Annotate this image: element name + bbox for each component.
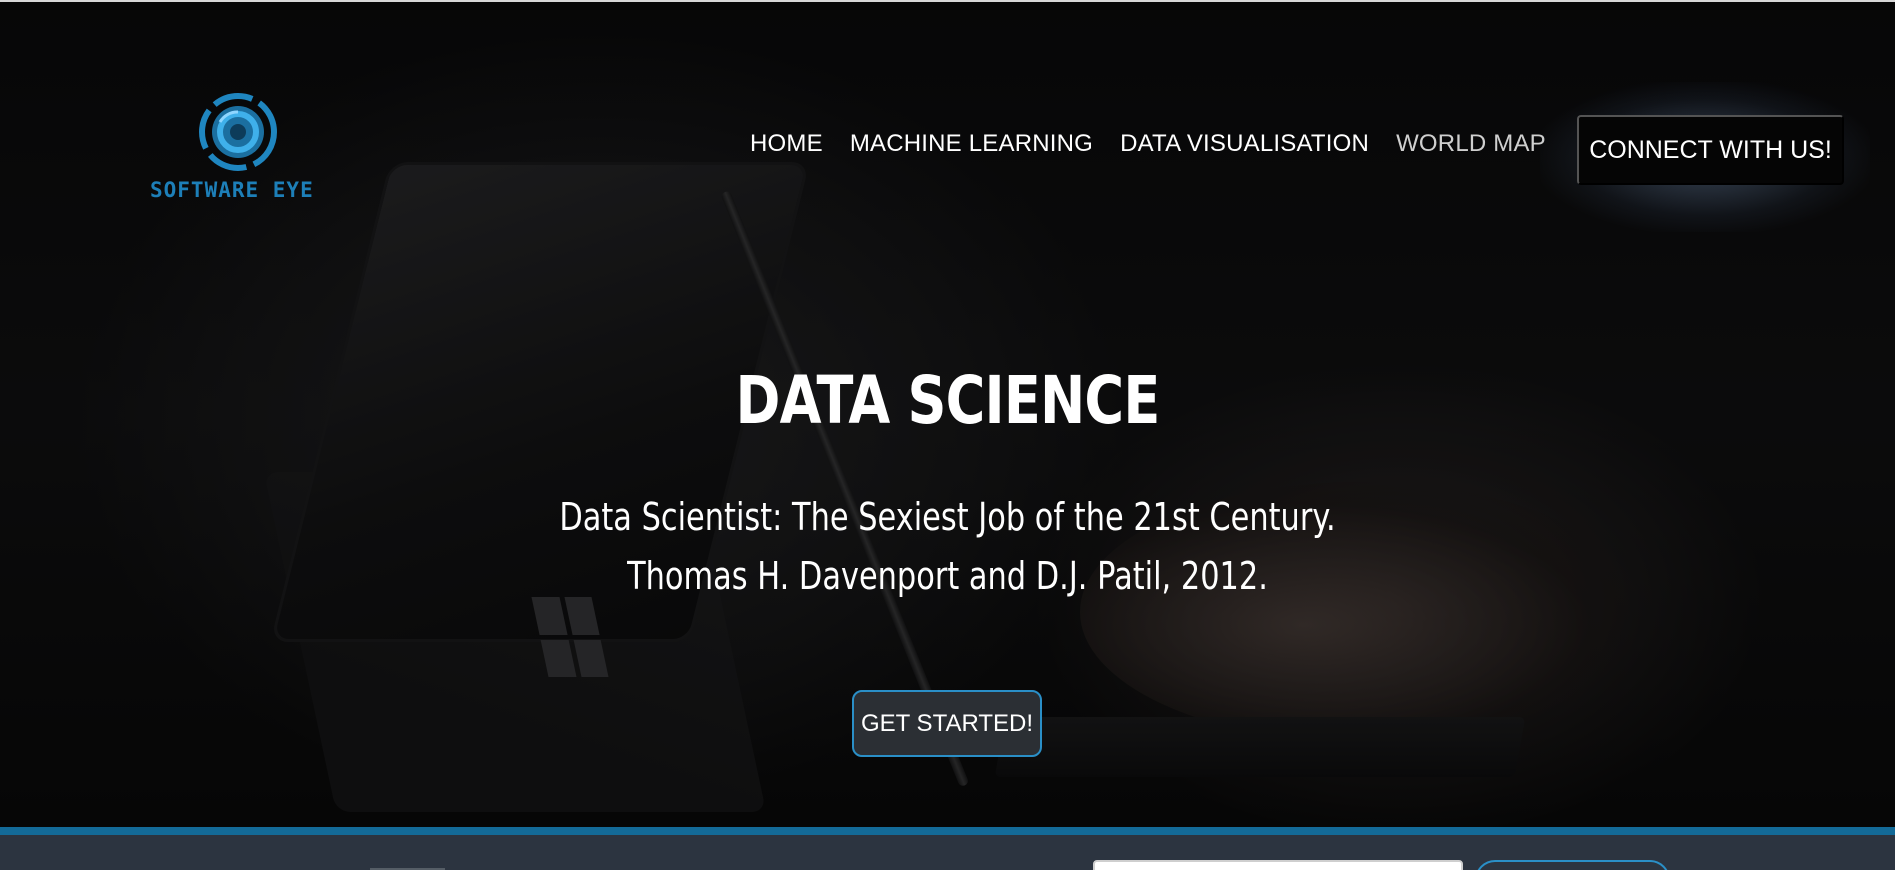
next-section: [0, 835, 1895, 870]
section-divider: [0, 827, 1895, 835]
eye-logo-icon: [199, 93, 277, 171]
brand-name: SOFTWARE EYE: [150, 178, 314, 202]
nav-item-world-map[interactable]: WORLD MAP: [1396, 130, 1546, 158]
hero-title: DATA SCIENCE: [735, 362, 1160, 439]
get-started-button[interactable]: GET STARTED!: [852, 690, 1042, 757]
nav-item-machine-learning[interactable]: MACHINE LEARNING: [850, 130, 1093, 158]
newsletter-input[interactable]: [1093, 860, 1463, 870]
nav-item-home[interactable]: HOME: [750, 130, 823, 158]
hero-quote: Data Scientist: The Sexiest Job of the 2…: [559, 495, 1336, 539]
brand-logo[interactable]: SOFTWARE EYE: [148, 92, 328, 212]
page: SOFTWARE EYE HOME MACHINE LEARNING DATA …: [0, 0, 1895, 870]
hero-quote-attribution: Thomas H. Davenport and D.J. Patil, 2012…: [627, 554, 1268, 598]
nav-item-data-visualisation[interactable]: DATA VISUALISATION: [1120, 130, 1369, 158]
connect-button[interactable]: CONNECT WITH US!: [1577, 115, 1844, 185]
subscribe-button[interactable]: [1475, 860, 1670, 870]
hero-section: SOFTWARE EYE HOME MACHINE LEARNING DATA …: [0, 2, 1895, 827]
main-nav: HOME MACHINE LEARNING DATA VISUALISATION…: [750, 130, 1573, 158]
